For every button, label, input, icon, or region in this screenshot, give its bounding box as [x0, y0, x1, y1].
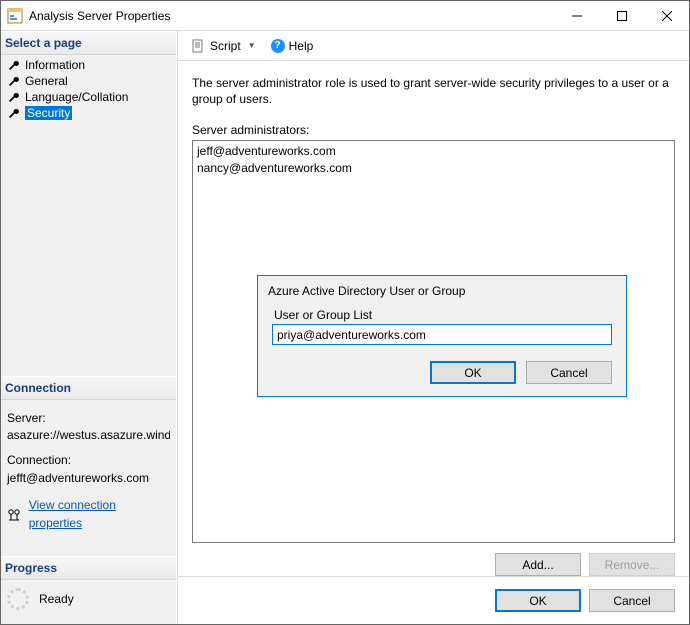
wrench-icon — [7, 91, 21, 103]
connection-link-row: View connection properties — [7, 497, 170, 532]
window-root: Analysis Server Properties Select a page… — [0, 0, 690, 625]
ok-button[interactable]: OK — [495, 589, 581, 612]
page-item-label: Language/Collation — [25, 90, 128, 104]
progress-heading: Progress — [1, 556, 176, 580]
page-item-label: General — [25, 74, 68, 88]
cancel-button[interactable]: Cancel — [589, 589, 675, 612]
toolbar: Script ▼ ? Help — [178, 31, 689, 61]
progress-body: Ready — [1, 580, 176, 624]
select-page-heading: Select a page — [1, 31, 176, 55]
script-icon — [190, 38, 206, 54]
dialog-cancel-label: Cancel — [550, 366, 587, 380]
wrench-icon — [7, 75, 21, 87]
connection-heading: Connection — [1, 376, 176, 400]
dialog-button-row: OK Cancel — [258, 351, 626, 396]
help-label: Help — [289, 39, 314, 53]
dialog-body: User or Group List — [258, 308, 626, 351]
script-button[interactable]: Script ▼ — [186, 36, 263, 56]
page-item-language-collation[interactable]: Language/Collation — [1, 89, 176, 105]
connection-label: Connection: — [7, 452, 170, 469]
dialog-title: Azure Active Directory User or Group — [258, 276, 626, 308]
app-icon — [7, 8, 23, 24]
page-item-label: Information — [25, 58, 85, 72]
ok-button-label: OK — [529, 594, 546, 608]
connection-body: Server: asazure://westus.asazure.windows… — [1, 400, 176, 538]
wrench-icon — [7, 107, 21, 119]
progress-status: Ready — [39, 592, 74, 606]
script-label: Script — [210, 39, 241, 53]
add-button-label: Add... — [522, 558, 553, 572]
view-connection-properties-link[interactable]: View connection properties — [29, 497, 170, 532]
window-title: Analysis Server Properties — [29, 9, 554, 23]
admin-list-label: Server administrators: — [192, 123, 675, 137]
user-or-group-input[interactable] — [272, 324, 612, 345]
left-panel: Select a page Information General Language… — [1, 31, 177, 624]
add-button[interactable]: Add... — [495, 553, 581, 576]
maximize-button[interactable] — [599, 1, 644, 30]
remove-button: Remove... — [589, 553, 675, 576]
spacer — [1, 123, 176, 376]
titlebar: Analysis Server Properties — [1, 1, 689, 31]
cancel-button-label: Cancel — [613, 594, 650, 608]
connection-value: jefft@adventureworks.com — [7, 470, 170, 487]
server-value: asazure://westus.asazure.windows — [7, 427, 170, 444]
admin-list-item[interactable]: nancy@adventureworks.com — [197, 160, 670, 176]
page-item-label: Security — [25, 106, 72, 120]
minimize-button[interactable] — [554, 1, 599, 30]
footer: OK Cancel — [178, 576, 689, 624]
help-button[interactable]: ? Help — [267, 37, 318, 55]
description-text: The server administrator role is used to… — [192, 75, 675, 107]
help-icon: ? — [271, 39, 285, 53]
progress-spinner-icon — [7, 588, 29, 610]
script-dropdown-icon[interactable]: ▼ — [245, 41, 259, 50]
dialog-field-label: User or Group List — [272, 308, 612, 322]
aad-dialog: Azure Active Directory User or Group Use… — [257, 275, 627, 397]
admin-list-item[interactable]: jeff@adventureworks.com — [197, 143, 670, 159]
server-label: Server: — [7, 410, 170, 427]
page-list: Information General Language/Collation Secu… — [1, 55, 176, 123]
close-button[interactable] — [644, 1, 689, 30]
dialog-ok-button[interactable]: OK — [430, 361, 516, 384]
connection-properties-icon — [7, 508, 23, 522]
page-item-information[interactable]: Information — [1, 57, 176, 73]
list-button-row: Add... Remove... — [178, 543, 689, 576]
dialog-ok-label: OK — [464, 366, 481, 380]
dialog-cancel-button[interactable]: Cancel — [526, 361, 612, 384]
page-item-general[interactable]: General — [1, 73, 176, 89]
page-item-security[interactable]: Security — [1, 105, 176, 121]
remove-button-label: Remove... — [605, 558, 660, 572]
wrench-icon — [7, 59, 21, 71]
